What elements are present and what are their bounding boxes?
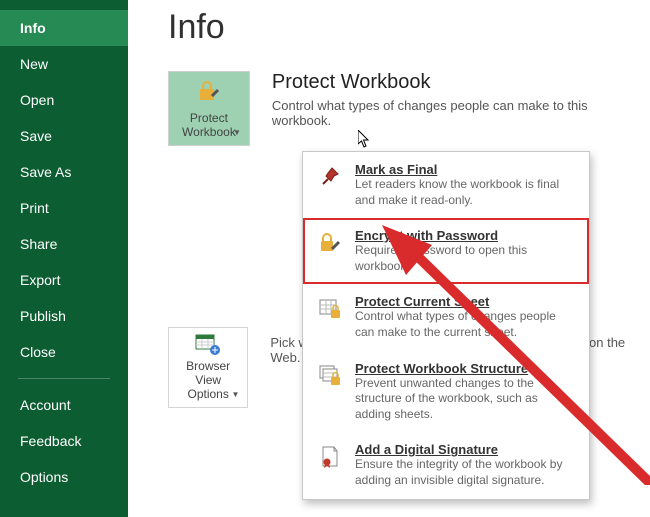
lock-key-icon	[315, 228, 345, 258]
menu-item-desc: Control what types of changes people can…	[355, 309, 577, 340]
protect-workbook-button[interactable]: Protect Workbook ▼	[168, 71, 250, 146]
menu-item-title: Add a Digital Signature	[355, 442, 577, 457]
sidebar-divider	[18, 378, 110, 379]
main-panel: Info Protect Workbook ▼ Protect Workbook…	[128, 0, 650, 517]
sidebar-item-account[interactable]: Account	[0, 387, 128, 423]
menu-item-desc: Prevent unwanted changes to the structur…	[355, 376, 577, 423]
menu-item-desc: Let readers know the workbook is final a…	[355, 177, 577, 208]
page-title: Info	[168, 8, 630, 47]
sheet-lock-icon	[315, 294, 345, 324]
menu-item-desc: Require a password to open this workbook…	[355, 243, 577, 274]
menu-item-desc: Ensure the integrity of the workbook by …	[355, 457, 577, 488]
sidebar-item-print[interactable]: Print	[0, 190, 128, 226]
workbook-lock-icon	[315, 361, 345, 391]
sidebar-item-share[interactable]: Share	[0, 226, 128, 262]
menu-item-mark-as-final[interactable]: Mark as Final Let readers know the workb…	[303, 152, 589, 218]
chevron-down-icon: ▼	[231, 390, 239, 399]
sidebar-item-feedback[interactable]: Feedback	[0, 423, 128, 459]
sidebar-item-save[interactable]: Save	[0, 118, 128, 154]
sidebar-item-open[interactable]: Open	[0, 82, 128, 118]
pushpin-icon	[315, 162, 345, 192]
chevron-down-icon: ▼	[233, 128, 241, 137]
menu-item-protect-current-sheet[interactable]: Protect Current Sheet Control what types…	[303, 284, 589, 350]
protect-workbook-menu: Mark as Final Let readers know the workb…	[302, 151, 590, 500]
menu-item-title: Protect Workbook Structure	[355, 361, 577, 376]
lock-icon	[196, 78, 222, 107]
menu-item-title: Protect Current Sheet	[355, 294, 577, 309]
sidebar-item-save-as[interactable]: Save As	[0, 154, 128, 190]
sidebar-item-options[interactable]: Options	[0, 459, 128, 495]
sidebar-item-info[interactable]: Info	[0, 10, 128, 46]
sidebar-item-publish[interactable]: Publish	[0, 298, 128, 334]
menu-item-title: Mark as Final	[355, 162, 577, 177]
browser-view-icon	[195, 334, 221, 359]
browser-view-options-button[interactable]: Browser View Options ▼	[168, 327, 248, 408]
menu-item-encrypt-with-password[interactable]: Encrypt with Password Require a password…	[303, 218, 589, 284]
sidebar-item-export[interactable]: Export	[0, 262, 128, 298]
sidebar: Info New Open Save Save As Print Share E…	[0, 0, 128, 517]
protect-workbook-row: Protect Workbook ▼ Protect Workbook Cont…	[168, 71, 630, 146]
menu-item-add-digital-signature[interactable]: Add a Digital Signature Ensure the integ…	[303, 432, 589, 498]
menu-item-title: Encrypt with Password	[355, 228, 577, 243]
sidebar-item-new[interactable]: New	[0, 46, 128, 82]
certificate-icon	[315, 442, 345, 472]
protect-workbook-heading: Protect Workbook	[272, 71, 630, 94]
protect-workbook-description: Control what types of changes people can…	[272, 98, 630, 128]
sidebar-item-close[interactable]: Close	[0, 334, 128, 370]
menu-item-protect-workbook-structure[interactable]: Protect Workbook Structure Prevent unwan…	[303, 351, 589, 433]
